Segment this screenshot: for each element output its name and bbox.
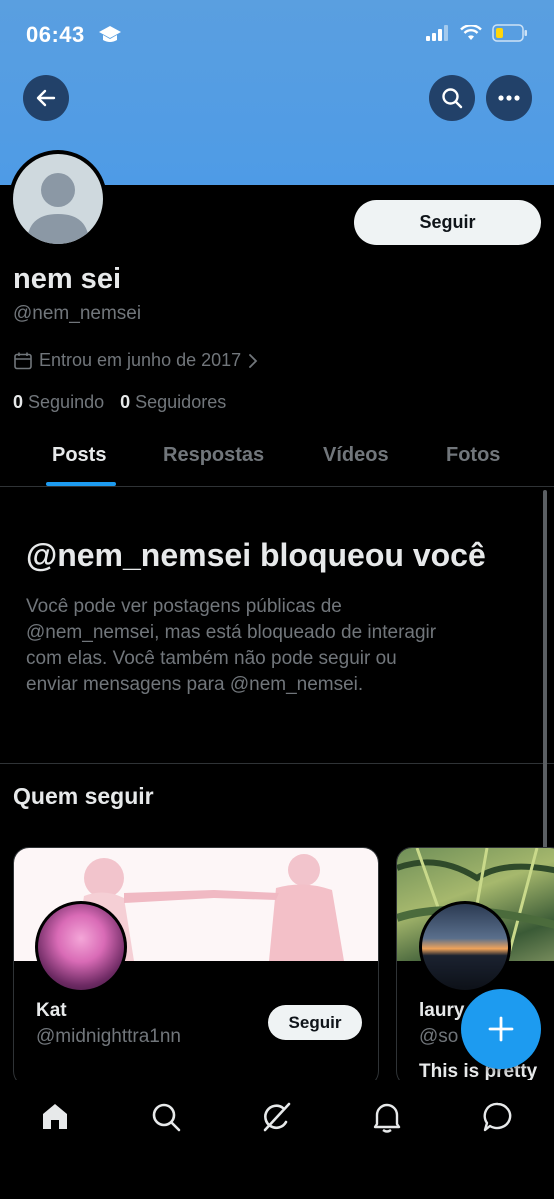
chevron-right-icon [249,353,258,368]
nav-messages[interactable] [479,1098,517,1136]
blocked-line: @nem_nemsei, mas está bloqueado de inter… [26,622,437,643]
home-icon [43,1104,67,1129]
card-handle: @so [419,1026,459,1047]
tab-photos[interactable]: Fotos [446,444,500,467]
bottom-navigation [0,1080,554,1199]
follow-counts: 0 Seguindo 0 Seguidores [13,392,226,413]
profile-avatar[interactable] [9,150,107,248]
followers-link[interactable]: 0 Seguidores [120,392,226,413]
profile-display-name: nem sei [13,263,121,295]
nav-search[interactable] [147,1098,185,1136]
wifi-icon [460,24,482,46]
nav-home[interactable] [36,1098,74,1136]
nav-notifications[interactable] [368,1098,406,1136]
tab-videos[interactable]: Vídeos [323,444,389,467]
status-time: 06:43 [26,22,85,47]
blocked-description: Você pode ver postagens públicas de @nem… [26,594,526,698]
active-tab-indicator [46,482,116,486]
suggestion-card[interactable]: Kat @midnighttra1nn Seguir [13,847,379,1087]
graduation-cap-icon [98,24,122,51]
following-count: 0 [13,392,24,412]
bell-icon [373,1103,401,1133]
cellular-signal-icon [426,25,450,46]
message-icon [483,1102,512,1132]
section-divider [0,763,554,764]
blocked-line: Você pode ver postagens públicas de [26,596,342,617]
blocked-line: com elas. Você também não pode seguir ou [26,648,397,669]
compose-post-button[interactable] [461,989,541,1069]
following-link[interactable]: 0 Seguindo [13,392,104,413]
card-name: Kat [36,1000,67,1021]
who-to-follow-title: Quem seguir [13,783,154,809]
battery-low-icon [492,24,528,47]
card-avatar [35,901,127,993]
profile-tabs: Posts Respostas Vídeos Fotos [0,430,554,487]
following-label: Seguindo [28,392,105,412]
grok-icon [263,1102,291,1132]
joined-date-row[interactable]: Entrou em junho de 2017 [13,350,259,371]
joined-date: Entrou em junho de 2017 [39,350,242,370]
card-follow-button[interactable]: Seguir [268,1005,362,1040]
calendar-icon [14,352,32,369]
follow-button[interactable]: Seguir [354,200,541,245]
plus-icon [488,1016,514,1042]
status-bar: 06:43 [0,0,554,70]
search-icon [152,1103,181,1132]
nav-grok[interactable] [257,1098,295,1136]
card-avatar-image [38,904,124,990]
tab-replies[interactable]: Respostas [163,444,264,467]
blocked-title: @nem_nemsei bloqueou você [26,537,486,573]
arrow-left-icon [36,89,56,107]
card-handle: @midnighttra1nn [36,1026,181,1047]
card-avatar [419,901,511,993]
profile-search-button[interactable] [429,75,475,121]
followers-count: 0 [120,392,131,412]
more-horizontal-icon [498,95,520,101]
default-avatar-icon [13,154,103,244]
card-avatar-image [422,904,508,990]
back-button[interactable] [23,75,69,121]
profile-handle: @nem_nemsei [13,303,142,324]
search-icon [442,88,463,109]
more-options-button[interactable] [486,75,532,121]
tab-posts[interactable]: Posts [52,444,106,467]
card-name: laury [419,1000,465,1021]
blocked-line: enviar mensagens para @nem_nemsei. [26,674,364,695]
followers-label: Seguidores [135,392,227,412]
